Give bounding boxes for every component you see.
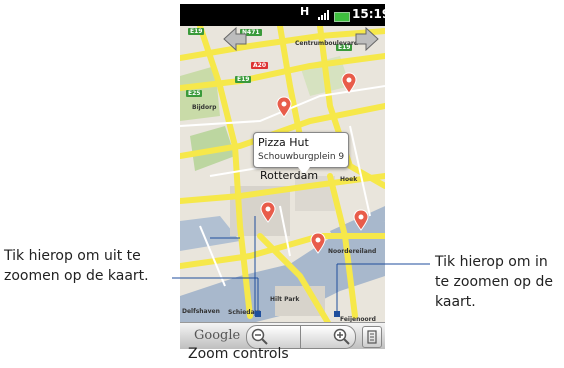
- annotation-line: Tik hierop om uit te: [4, 248, 141, 264]
- annotation-line: kaart.: [435, 294, 476, 310]
- annotation-line: zoomen op de kaart.: [4, 268, 149, 284]
- zoom-controls-caption: Zoom controls: [188, 346, 289, 362]
- zoom-out-annotation: Tik hierop om uit te zoomen op de kaart.: [4, 246, 184, 286]
- annotation-line: Tik hierop om in: [435, 254, 548, 270]
- annotation-lines: [172, 263, 430, 317]
- zoom-in-annotation: Tik hierop om in te zoomen op de kaart.: [435, 252, 564, 312]
- annotation-line: te zoomen op de: [435, 274, 554, 290]
